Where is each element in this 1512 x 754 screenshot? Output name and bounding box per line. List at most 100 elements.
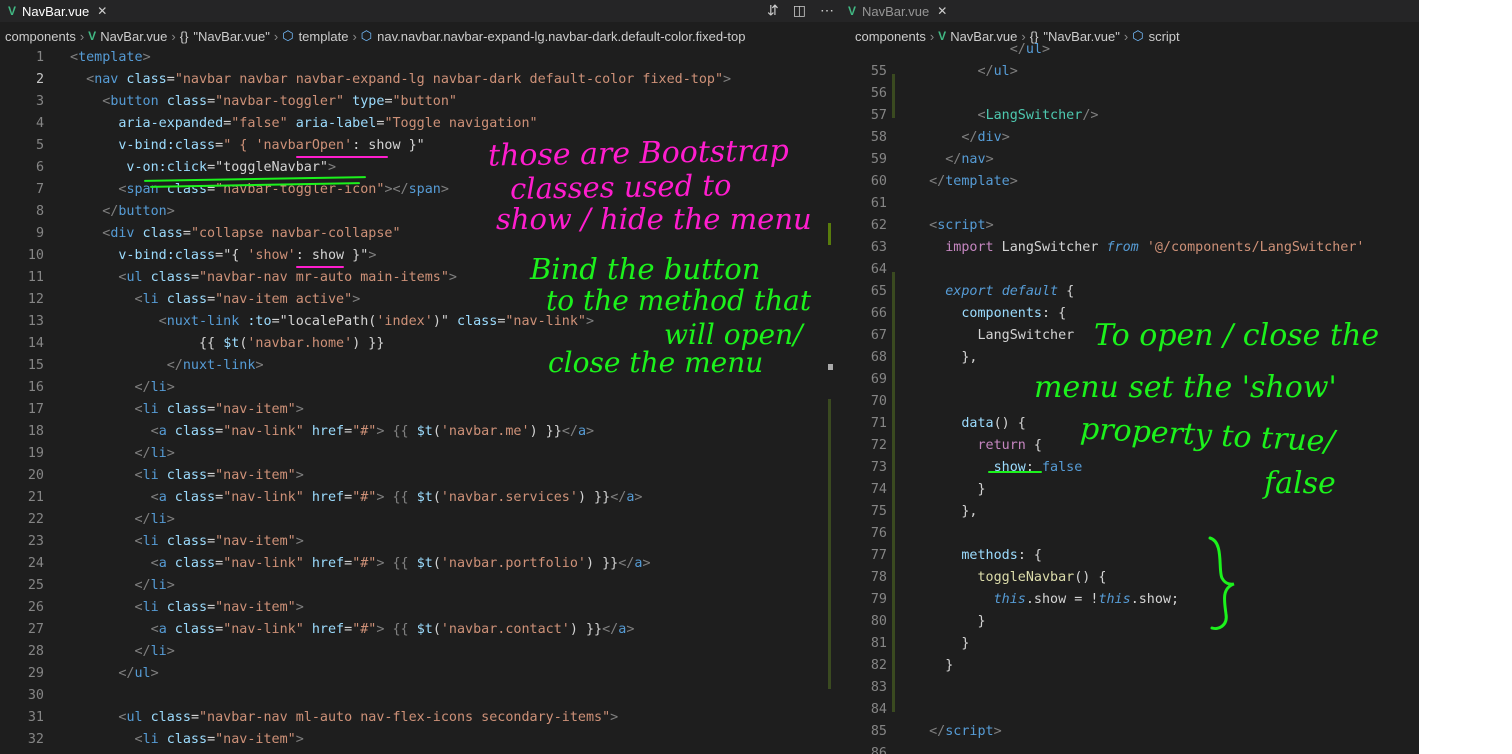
scrollbar-thumb[interactable]: [828, 364, 833, 370]
code-line[interactable]: 59 </nav>: [840, 149, 1419, 171]
code-line[interactable]: 62 <script>: [840, 215, 1419, 237]
code-token: .show;: [1130, 592, 1180, 607]
more-actions-icon[interactable]: ⋯: [820, 2, 834, 19]
line-number: 66: [870, 306, 887, 321]
code-line[interactable]: 24 <a class="nav-link" href="#"> {{ $t('…: [0, 553, 840, 575]
code-token: <: [70, 94, 111, 109]
code-token: )": [432, 314, 449, 329]
line-number: 22: [27, 512, 44, 527]
code-line[interactable]: 76: [840, 523, 1419, 545]
line-number: 24: [27, 556, 44, 571]
code-token: li: [142, 600, 159, 615]
code-line[interactable]: 64: [840, 259, 1419, 281]
code-token: </: [602, 622, 619, 637]
line-number: 2: [35, 72, 44, 87]
line-number: 84: [870, 702, 887, 717]
breadcrumb-item-file[interactable]: NavBar.vue: [100, 29, 167, 44]
code-line[interactable]: 61: [840, 193, 1419, 215]
code-line[interactable]: 3 <button class="navbar-toggler" type="b…: [0, 91, 840, 113]
code-token: $t: [416, 424, 433, 439]
code-token: "nav-item": [215, 534, 296, 549]
line-number: 3: [35, 94, 44, 109]
line-number: 28: [27, 644, 44, 659]
code-token: =: [207, 600, 216, 615]
code-line[interactable]: 63 import LangSwitcher from '@/component…: [840, 237, 1419, 259]
code-text: {{ $t('navbar.home') }}: [70, 333, 384, 355]
breadcrumb-item-component[interactable]: "NavBar.vue": [193, 29, 269, 44]
code-line[interactable]: 23 <li class="nav-item">: [0, 531, 840, 553]
code-line[interactable]: 31 <ul class="navbar-nav ml-auto nav-fle…: [0, 707, 840, 729]
code-token: li: [142, 534, 159, 549]
breadcrumb-item-element[interactable]: nav.navbar.navbar-expand-lg.navbar-dark.…: [377, 29, 745, 44]
line-number: 57: [870, 108, 887, 123]
code-line[interactable]: 65 export default {: [840, 281, 1419, 303]
code-token: a: [158, 556, 167, 571]
code-token: =: [215, 248, 224, 263]
code-token: >: [166, 644, 175, 659]
code-text: LangSwitcher: [913, 325, 1074, 347]
code-line[interactable]: 86: [840, 743, 1419, 754]
code-line[interactable]: </ul>: [840, 39, 1419, 61]
code-line[interactable]: 28 </li>: [0, 641, 840, 663]
close-icon[interactable]: ✕: [937, 4, 947, 18]
code-line[interactable]: 27 <a class="nav-link" href="#"> {{ $t('…: [0, 619, 840, 641]
code-token: nav: [961, 152, 986, 167]
compare-changes-icon[interactable]: ⇵: [767, 2, 779, 19]
code-token: LangSwitcher: [985, 108, 1083, 123]
code-line[interactable]: 32 <li class="nav-item">: [0, 729, 840, 751]
code-line[interactable]: 83: [840, 677, 1419, 699]
line-number: 59: [870, 152, 887, 167]
code-line[interactable]: 55 </ul>: [840, 61, 1419, 83]
split-editor-icon[interactable]: ◫: [793, 2, 806, 19]
code-line[interactable]: 17 <li class="nav-item">: [0, 399, 840, 421]
code-line[interactable]: 20 <li class="nav-item">: [0, 465, 840, 487]
code-text: <li class="nav-item active">: [70, 289, 360, 311]
code-token: =: [215, 622, 224, 637]
code-line[interactable]: 79 this.show = !this.show;: [840, 589, 1419, 611]
code-line[interactable]: 2 <nav class="navbar navbar navbar-expan…: [0, 69, 840, 91]
code-token: >: [166, 446, 175, 461]
code-line[interactable]: 21 <a class="nav-link" href="#"> {{ $t('…: [0, 487, 840, 509]
code-line[interactable]: 82 }: [840, 655, 1419, 677]
line-number: 18: [27, 424, 44, 439]
right-editor-tab[interactable]: V NavBar.vue ✕: [840, 0, 955, 22]
code-line[interactable]: 84: [840, 699, 1419, 721]
code-line[interactable]: 16 </li>: [0, 377, 840, 399]
code-line[interactable]: 85 </script>: [840, 721, 1419, 743]
code-line[interactable]: 26 <li class="nav-item">: [0, 597, 840, 619]
code-line[interactable]: 22 </li>: [0, 509, 840, 531]
code-line[interactable]: 30: [0, 685, 840, 707]
code-line[interactable]: 80 }: [840, 611, 1419, 633]
code-text: export default {: [913, 281, 1074, 303]
code-line[interactable]: 57 <LangSwitcher/>: [840, 105, 1419, 127]
vue-file-icon: V: [848, 4, 857, 18]
close-icon[interactable]: ✕: [97, 4, 107, 18]
code-line[interactable]: 25 </li>: [0, 575, 840, 597]
code-line[interactable]: 77 methods: {: [840, 545, 1419, 567]
code-token: </: [913, 130, 978, 145]
breadcrumb-item-folder[interactable]: components: [5, 29, 76, 44]
code-line[interactable]: 78 toggleNavbar() {: [840, 567, 1419, 589]
code-line[interactable]: 56: [840, 83, 1419, 105]
code-token: ></: [384, 182, 409, 197]
code-token: "navbar-nav ml-auto nav-flex-icons secon…: [199, 710, 611, 725]
code-line[interactable]: 60 </template>: [840, 171, 1419, 193]
code-line[interactable]: 1 <template>: [0, 47, 840, 69]
code-token: () {: [993, 416, 1026, 431]
code-token: li: [150, 512, 167, 527]
code-line[interactable]: 19 </li>: [0, 443, 840, 465]
code-token: =: [207, 94, 216, 109]
code-text: this.show = !this.show;: [913, 589, 1179, 611]
code-token: </: [913, 174, 946, 189]
breadcrumb-item-template[interactable]: template: [299, 29, 349, 44]
code-line[interactable]: 18 <a class="nav-link" href="#"> {{ $t('…: [0, 421, 840, 443]
code-line[interactable]: 75 },: [840, 501, 1419, 523]
code-line[interactable]: 81 }: [840, 633, 1419, 655]
code-line[interactable]: 58 </div>: [840, 127, 1419, 149]
code-line[interactable]: 4 aria-expanded="false" aria-label="Togg…: [0, 113, 840, 135]
code-token: =: [207, 160, 216, 175]
code-line[interactable]: 29 </ul>: [0, 663, 840, 685]
left-editor-tab[interactable]: V NavBar.vue ✕: [0, 0, 115, 22]
code-token: 'navbar.contact': [440, 622, 570, 637]
